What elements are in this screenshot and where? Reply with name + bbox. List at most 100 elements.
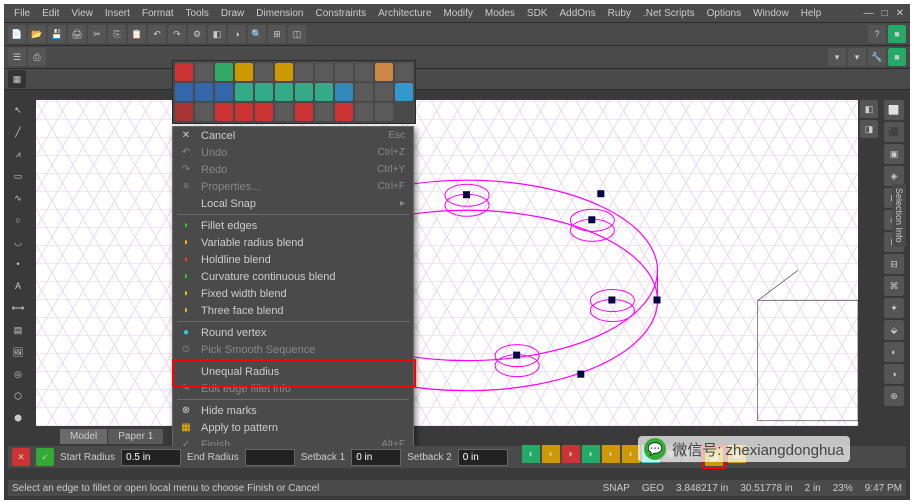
tool-icon[interactable]: ◧ [860, 100, 878, 118]
menu-options[interactable]: Options [701, 6, 747, 21]
menu-ruby[interactable]: Ruby [602, 6, 637, 21]
tab-model[interactable]: Model [60, 429, 108, 444]
ctx-curvature[interactable]: ◗Curvature continuous blend [173, 268, 413, 285]
palette-icon[interactable] [315, 83, 333, 101]
copy-icon[interactable]: ⎘ [108, 25, 126, 43]
palette-icon[interactable] [375, 103, 393, 121]
palette-icon[interactable] [255, 103, 273, 121]
menu-view[interactable]: View [65, 6, 99, 21]
palette-icon[interactable] [315, 103, 333, 121]
setback1-input[interactable] [351, 449, 401, 466]
palette-icon[interactable] [355, 103, 373, 121]
palette-icon[interactable] [255, 63, 273, 81]
paste-icon[interactable]: 📋 [128, 25, 146, 43]
palette-icon[interactable] [315, 63, 333, 81]
mode-icon[interactable]: ◗ [542, 445, 560, 463]
tool-icon[interactable]: ◑ [228, 25, 246, 43]
menu-netscripts[interactable]: .Net Scripts [637, 6, 701, 21]
new-icon[interactable]: 📄 [8, 25, 26, 43]
palette-icon[interactable] [335, 83, 353, 101]
tool-icon[interactable]: ◎ [8, 364, 28, 384]
tool-icon[interactable]: ✦ [884, 298, 904, 318]
print-icon[interactable]: 🖨 [68, 25, 86, 43]
ctx-unequal[interactable]: Unequal Radius [173, 363, 413, 380]
ctx-holdline[interactable]: ◗Holdline blend [173, 251, 413, 268]
ctx-threeface[interactable]: ◗Three face blend [173, 302, 413, 319]
mode-icon[interactable]: ◗ [582, 445, 600, 463]
tab-paper[interactable]: Paper 1 [108, 429, 164, 444]
dimension-icon[interactable]: ⟷ [8, 298, 28, 318]
palette-icon[interactable] [295, 103, 313, 121]
palette-icon[interactable] [375, 83, 393, 101]
menu-constraints[interactable]: Constraints [310, 6, 373, 21]
status-geo[interactable]: GEO [642, 483, 664, 494]
palette-icon[interactable] [195, 83, 213, 101]
menu-sdk[interactable]: SDK [521, 6, 554, 21]
palette-icon[interactable] [275, 103, 293, 121]
tool-icon[interactable]: 🔍 [248, 25, 266, 43]
setback2-input[interactable] [458, 449, 508, 466]
curve-icon[interactable]: ∿ [8, 188, 28, 208]
minimize-icon[interactable]: — [864, 8, 874, 19]
palette-icon[interactable] [215, 63, 233, 81]
ctx-roundvertex[interactable]: ●Round vertex [173, 324, 413, 341]
palette-icon[interactable] [235, 103, 253, 121]
tool-icon[interactable]: ◧ [208, 25, 226, 43]
tool-icon[interactable]: ⬜ [884, 100, 904, 120]
start-radius-input[interactable] [121, 449, 181, 466]
palette-icon[interactable] [295, 83, 313, 101]
menu-architecture[interactable]: Architecture [372, 6, 437, 21]
palette-icon[interactable] [335, 103, 353, 121]
menu-draw[interactable]: Draw [215, 6, 250, 21]
mode-icon[interactable]: ◗ [602, 445, 620, 463]
restore-icon[interactable]: □ [882, 8, 888, 19]
cut-icon[interactable]: ✂ [88, 25, 106, 43]
dot-icon[interactable]: • [8, 254, 28, 274]
palette-icon[interactable] [195, 103, 213, 121]
tool-icon[interactable]: ⌘ [884, 276, 904, 296]
circle-icon[interactable]: ○ [8, 210, 28, 230]
ctx-fixedwidth[interactable]: ◗Fixed width blend [173, 285, 413, 302]
tool-icon[interactable]: ◨ [860, 120, 878, 138]
tool-icon[interactable]: ◫ [288, 25, 306, 43]
tool-icon[interactable]: ■ [888, 25, 906, 43]
palette-icon[interactable] [255, 83, 273, 101]
open-icon[interactable]: 📂 [28, 25, 46, 43]
palette-icon[interactable] [215, 83, 233, 101]
palette-icon[interactable] [235, 63, 253, 81]
redo-icon[interactable]: ↷ [168, 25, 186, 43]
line-icon[interactable]: ╱ [8, 122, 28, 142]
tool-icon[interactable]: ⊕ [884, 386, 904, 406]
tool-icon[interactable]: ▣ [884, 144, 904, 164]
menu-tools[interactable]: Tools [180, 6, 215, 21]
palette-icon[interactable] [195, 63, 213, 81]
palette-icon[interactable] [175, 83, 193, 101]
close-icon[interactable]: ✕ [896, 8, 904, 19]
end-radius-input[interactable] [245, 449, 295, 466]
tool-icon[interactable]: ◈ [884, 166, 904, 186]
mode-icon[interactable]: ◗ [562, 445, 580, 463]
palette-icon[interactable] [335, 63, 353, 81]
menu-addons[interactable]: AddOns [553, 6, 601, 21]
palette-icon[interactable] [215, 103, 233, 121]
menu-dimension[interactable]: Dimension [250, 6, 309, 21]
menu-edit[interactable]: Edit [36, 6, 65, 21]
tool-icon[interactable]: ⬡ [8, 386, 28, 406]
palette-icon[interactable] [375, 63, 393, 81]
help-icon[interactable]: ? [868, 25, 886, 43]
tool-icon[interactable]: ⬛ [884, 122, 904, 142]
dropdown-icon[interactable]: ▾ [848, 48, 866, 66]
undo-icon[interactable]: ↶ [148, 25, 166, 43]
ctx-cancel[interactable]: ✕CancelEsc [173, 127, 413, 144]
ctx-hidemarks[interactable]: ⊗Hide marks [173, 402, 413, 419]
viewport[interactable] [36, 100, 858, 426]
palette-icon[interactable] [275, 83, 293, 101]
palette-icon[interactable] [295, 63, 313, 81]
tool-icon[interactable]: ⬢ [8, 408, 28, 428]
tool-icon[interactable]: 🔧 [868, 48, 886, 66]
tool-icon[interactable]: ◐ [884, 342, 904, 362]
menu-file[interactable]: File [8, 6, 36, 21]
select-icon[interactable]: ↖ [8, 100, 28, 120]
selection-info-label[interactable]: Selection Info [892, 184, 906, 247]
menu-help[interactable]: Help [795, 6, 828, 21]
